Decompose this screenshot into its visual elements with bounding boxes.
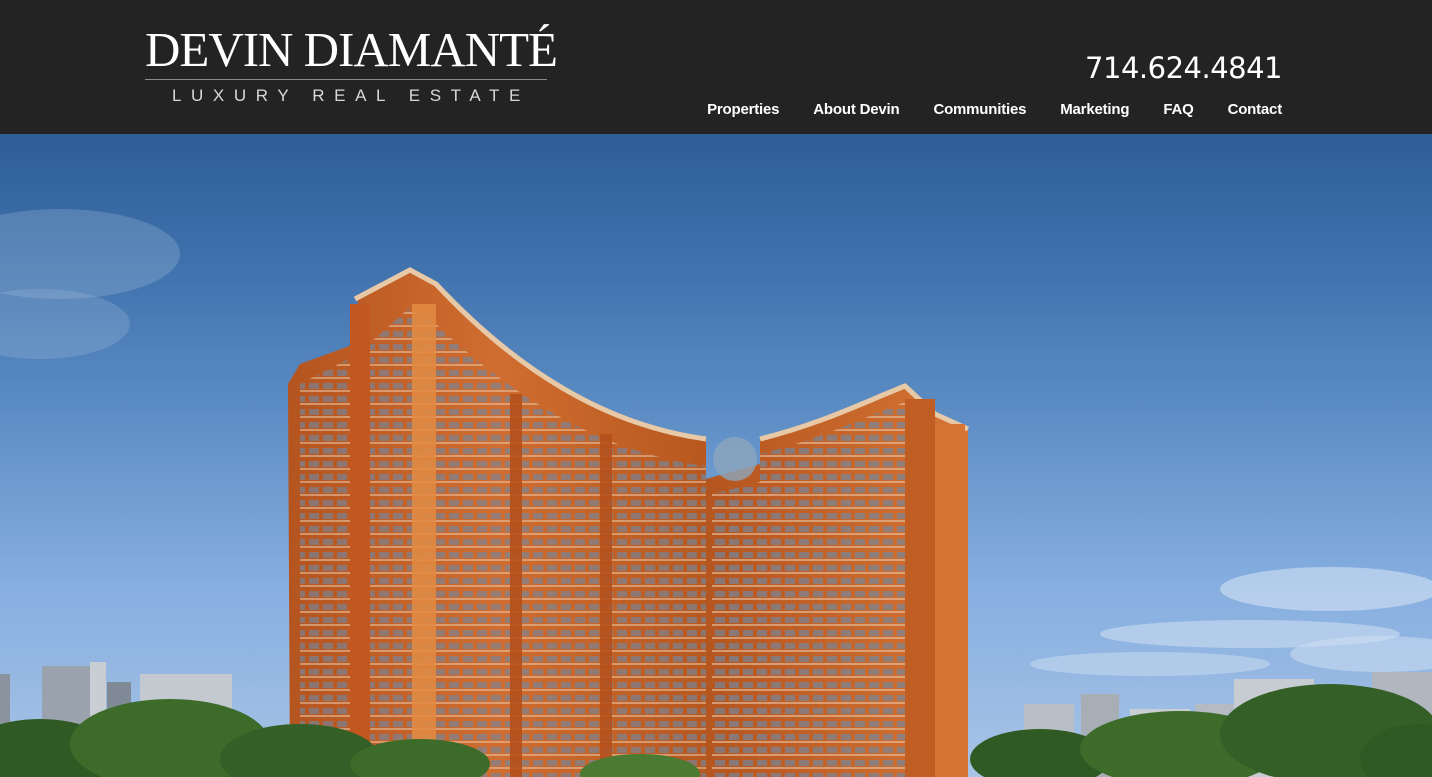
nav-item-properties[interactable]: Properties — [707, 100, 779, 120]
logo-divider — [145, 79, 547, 80]
logo-tagline: LUXURY REAL ESTATE — [172, 86, 530, 105]
hero-image — [0, 134, 1432, 777]
hero-illustration — [0, 209, 1432, 777]
nav-item-about-devin[interactable]: About Devin — [813, 100, 899, 120]
site-header: DEVIN DIAMANTÉ LUXURY REAL ESTATE 714.62… — [0, 0, 1432, 134]
phone-number[interactable]: 714.624.4841 — [1085, 50, 1282, 86]
tower-right — [706, 383, 970, 777]
main-nav: Properties About Devin Communities Marke… — [707, 100, 1282, 120]
nav-item-communities[interactable]: Communities — [933, 100, 1026, 120]
tower-left — [288, 267, 707, 777]
nav-item-faq[interactable]: FAQ — [1163, 100, 1193, 120]
site-logo[interactable]: DEVIN DIAMANTÉ LUXURY REAL ESTATE — [145, 22, 558, 112]
nav-item-marketing[interactable]: Marketing — [1060, 100, 1129, 120]
logo-name: DEVIN DIAMANTÉ — [145, 22, 558, 77]
nav-item-contact[interactable]: Contact — [1228, 100, 1283, 120]
